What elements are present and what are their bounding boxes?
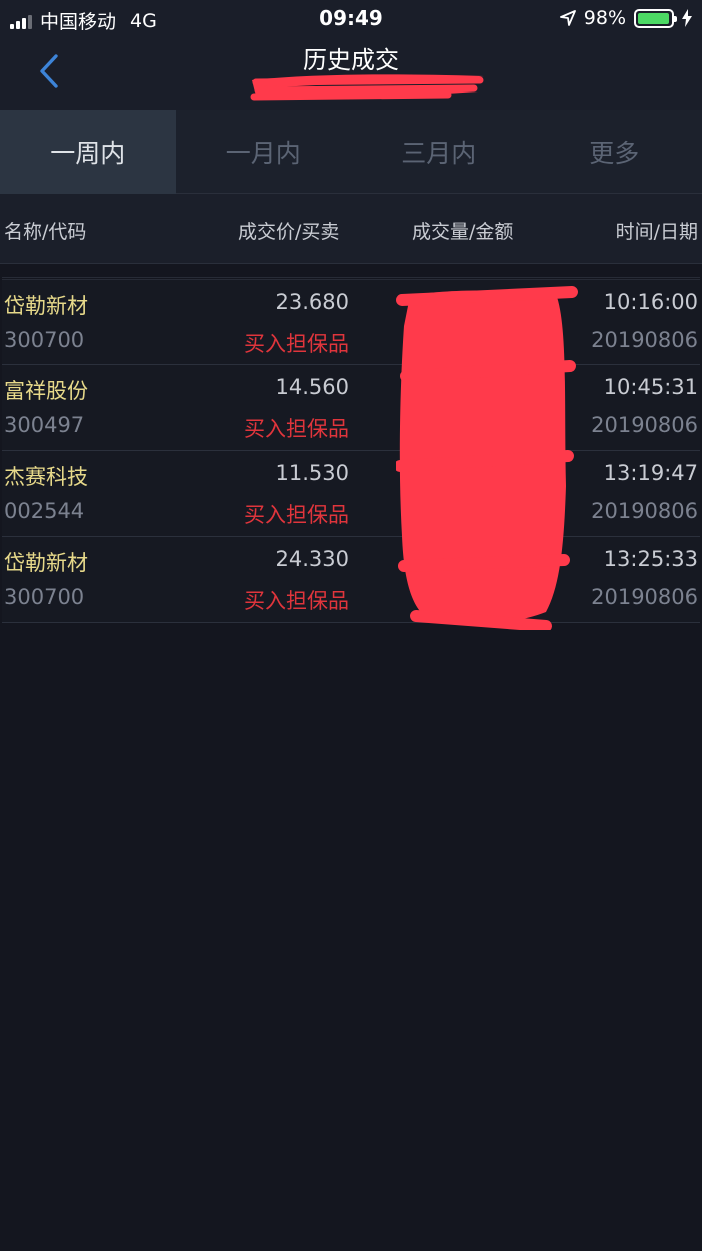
trade-time: 10:16:00 — [603, 290, 698, 314]
navigation-bar: 历史成交 — [0, 36, 702, 110]
redaction-scribble — [396, 286, 578, 630]
battery-fill — [638, 12, 670, 24]
table-row[interactable]: 杰赛科技 002544 11.530 买入担保品 13:19:47 201908… — [2, 451, 700, 537]
trade-action: 买入担保品 — [244, 332, 349, 356]
redaction-scribble — [250, 74, 484, 101]
header-volume-amount: 成交量/金额 — [412, 221, 514, 243]
period-tabs: 一周内 一月内 三月内 更多 — [0, 110, 702, 194]
status-right: 98% — [559, 7, 692, 29]
trade-date: 20190806 — [591, 328, 698, 352]
table-row[interactable]: 富祥股份 300497 14.560 买入担保品 10:45:31 201908… — [2, 365, 700, 451]
stock-code: 300497 — [4, 413, 85, 437]
stock-name: 杰赛科技 — [4, 465, 88, 489]
stock-name: 岱勒新材 — [4, 294, 88, 318]
trade-time: 10:45:31 — [603, 375, 698, 399]
header-price-side: 成交价/买卖 — [238, 221, 340, 243]
tab-more[interactable]: 更多 — [527, 110, 702, 194]
tab-three-months[interactable]: 三月内 — [351, 110, 527, 194]
trade-list: 岱勒新材 300700 23.680 买入担保品 10:16:00 201908… — [2, 279, 700, 623]
trade-action: 买入担保品 — [244, 417, 349, 441]
stock-name: 富祥股份 — [4, 379, 88, 403]
location-arrow-icon — [559, 10, 576, 26]
trade-price: 23.680 — [275, 290, 349, 314]
header-name-code: 名称/代码 — [4, 221, 87, 243]
stock-code: 300700 — [4, 328, 85, 352]
charging-bolt-icon — [682, 9, 692, 27]
trade-date: 20190806 — [591, 413, 698, 437]
trade-time: 13:25:33 — [603, 547, 698, 571]
trade-action: 买入担保品 — [244, 589, 349, 613]
table-row[interactable]: 岱勒新材 300700 23.680 买入担保品 10:16:00 201908… — [2, 279, 700, 365]
trade-price: 11.530 — [275, 461, 349, 485]
tab-one-month[interactable]: 一月内 — [176, 110, 352, 194]
trade-time: 13:19:47 — [603, 461, 698, 485]
header-time-date: 时间/日期 — [615, 221, 698, 243]
table-row[interactable]: 岱勒新材 300700 24.330 买入担保品 13:25:33 201908… — [2, 537, 700, 623]
stock-code: 002544 — [4, 499, 85, 523]
trade-date: 20190806 — [591, 499, 698, 523]
table-header: 名称/代码 成交价/买卖 成交量/金额 时间/日期 — [0, 194, 702, 264]
tab-one-week[interactable]: 一周内 — [0, 110, 176, 194]
trade-date: 20190806 — [591, 585, 698, 609]
battery-percent: 98% — [583, 7, 626, 29]
status-bar: 中国移动 4G 09:49 98% — [0, 0, 702, 36]
trade-action: 买入担保品 — [244, 503, 349, 527]
table-spacer — [2, 264, 700, 278]
battery-icon — [634, 8, 677, 28]
stock-code: 300700 — [4, 585, 85, 609]
app-root: 中国移动 4G 09:49 98% 历史成交 一周内 一月内 三月内 更多 名称… — [0, 0, 702, 1251]
stock-name: 岱勒新材 — [4, 551, 88, 575]
trade-price: 14.560 — [275, 375, 349, 399]
trade-price: 24.330 — [275, 547, 349, 571]
